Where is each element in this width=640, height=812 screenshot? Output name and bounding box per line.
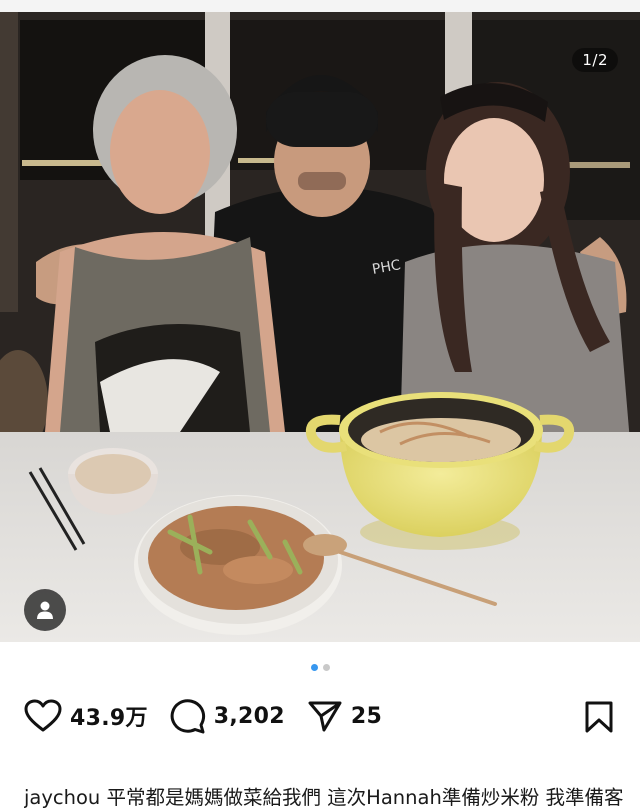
save-button[interactable] (584, 700, 614, 738)
share-action[interactable]: 25 (307, 699, 382, 733)
comment-count: 3,202 (213, 703, 285, 729)
carousel-dot[interactable] (322, 664, 330, 671)
bookmark-icon[interactable] (584, 700, 614, 734)
top-strip (0, 0, 640, 12)
send-icon[interactable] (307, 699, 343, 733)
like-count: 43.9万 (70, 706, 148, 731)
post-actions-bar: 43.9万 3,202 25 (24, 694, 616, 738)
person-tag-button[interactable] (24, 589, 66, 631)
comment-icon[interactable] (170, 698, 206, 734)
share-count: 25 (350, 703, 383, 729)
person-tag-icon (37, 601, 53, 619)
like-action[interactable]: 43.9万 (24, 699, 148, 733)
carousel-dots (0, 664, 640, 671)
comment-action[interactable]: 3,202 (170, 698, 285, 734)
carousel-page-counter: 1/2 (572, 48, 618, 72)
caption-text: 平常都是媽媽做菜給我們 這次Hannah準備炒米粉 我準備客家小炒 合作母親節大… (106, 786, 624, 809)
caption-username[interactable]: jaychou (24, 786, 100, 809)
post-photo[interactable]: PHC 1/2 (0, 12, 640, 642)
photo-icon: PHC (0, 12, 640, 642)
heart-icon[interactable] (24, 699, 62, 733)
carousel-dot-active[interactable] (310, 664, 318, 671)
post-caption: jaychou 平常都是媽媽做菜給我們 這次Hannah準備炒米粉 我準備客家小… (24, 756, 628, 812)
